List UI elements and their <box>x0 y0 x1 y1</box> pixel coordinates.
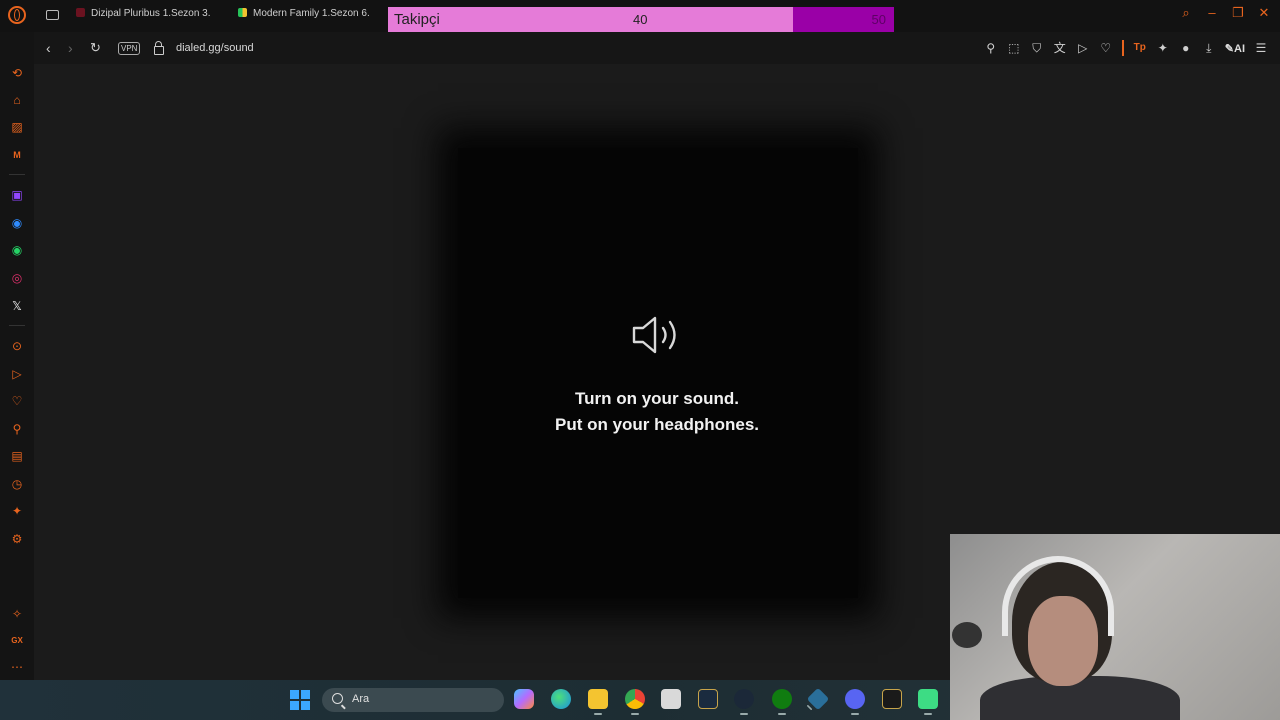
back-icon[interactable]: ‹ <box>46 40 51 56</box>
tabs-icon[interactable]: ▤ <box>10 449 24 463</box>
twitch-icon[interactable]: ▣ <box>10 188 24 202</box>
ai-icon: ✎ <box>1224 42 1234 55</box>
browser-toolbar: ⚲ ⬚ ⛉ 文 ▷ ♡ Tp ✦ ● ⤓ ✎AI ☰ <box>984 40 1268 56</box>
search-icon <box>332 693 343 704</box>
league-icon[interactable] <box>882 689 902 709</box>
restore-icon[interactable]: ❐ <box>1232 6 1244 19</box>
stripes-icon[interactable]: ▨ <box>10 120 24 134</box>
tp-icon[interactable]: Tp <box>1133 41 1147 55</box>
ai-label: AI <box>1234 42 1245 55</box>
search-tabs-icon[interactable]: ⌕ <box>1180 6 1192 19</box>
profile-icon[interactable]: ● <box>1179 41 1193 55</box>
edge-icon[interactable] <box>551 689 571 709</box>
store-icon[interactable] <box>661 689 681 709</box>
dizipal-favicon-icon <box>76 8 85 17</box>
toolbar-divider <box>1121 40 1124 56</box>
instagram-icon[interactable]: ◎ <box>10 271 24 285</box>
window-controls: ⌕ – ❐ ✕ <box>1180 6 1270 19</box>
menu-icon[interactable]: ☰ <box>1254 41 1268 55</box>
extensions-icon[interactable]: ✦ <box>10 504 24 518</box>
speaker-icon <box>632 316 676 354</box>
copilot-icon[interactable] <box>514 689 534 709</box>
ai-button[interactable]: ✎AI <box>1225 42 1245 55</box>
gx-label[interactable]: GX <box>10 634 24 648</box>
tab-label: Modern Family 1.Sezon 6. <box>253 8 370 19</box>
microphone-icon <box>952 622 982 648</box>
taskbar-search-placeholder: Ara <box>352 693 370 705</box>
player-icon[interactable]: ⊙ <box>10 339 24 353</box>
tab-dizipal[interactable]: Dizipal Pluribus 1.Sezon 3. <box>76 8 216 24</box>
follower-goal-bar: Takipçi 40 50 <box>388 7 894 33</box>
sound-instruction: Turn on your sound. <box>575 389 739 408</box>
whatsapp-icon[interactable]: ◉ <box>10 243 24 257</box>
download-icon[interactable]: ⤓ <box>1202 41 1216 55</box>
sidebar-divider <box>9 174 25 175</box>
close-icon[interactable]: ✕ <box>1258 6 1270 19</box>
clock-icon[interactable]: ◷ <box>10 477 24 491</box>
pin-icon[interactable]: ⚲ <box>984 41 998 55</box>
tab-modern-family[interactable]: Modern Family 1.Sezon 6. <box>238 8 380 24</box>
headset-icon <box>1002 556 1114 636</box>
heart-icon[interactable]: ♡ <box>10 394 24 408</box>
chrome-icon[interactable] <box>625 689 645 715</box>
app-icon[interactable] <box>918 689 938 715</box>
headphones-instruction: Put on your headphones. <box>554 415 759 434</box>
vpn-badge[interactable]: VPN <box>118 42 141 55</box>
tab-manager-icon[interactable] <box>46 10 59 20</box>
xbox-icon[interactable] <box>772 689 792 715</box>
lock-icon[interactable] <box>154 41 164 55</box>
history-icon[interactable]: ⟲ <box>10 66 24 80</box>
forward-icon[interactable]: › <box>68 40 73 56</box>
url-field[interactable]: dialed.gg/sound <box>176 42 254 54</box>
minimize-icon[interactable]: – <box>1206 6 1218 19</box>
sidebar: ⟲ ⌂ ▨ M ▣ ◉ ◉ ◎ 𝕏 ⊙ ▷ ♡ ⚲ ▤ ◷ ✦ ⚙ ✧ GX ⋯ <box>0 32 34 680</box>
follower-goal-current: 40 <box>633 12 648 27</box>
follower-goal-target: 50 <box>871 12 886 27</box>
x-icon[interactable]: 𝕏 <box>10 299 24 313</box>
shield-icon[interactable]: ⛉ <box>1030 41 1044 55</box>
follower-goal-label: Takipçi <box>394 11 440 28</box>
screenshot-icon[interactable]: ⬚ <box>1007 41 1021 55</box>
taskbar-search[interactable]: Ara <box>322 688 504 712</box>
webcam-person-body <box>980 676 1180 720</box>
more-icon[interactable]: ⋯ <box>10 660 24 674</box>
reload-icon[interactable]: ↻ <box>90 40 101 56</box>
discord-icon[interactable] <box>845 689 865 715</box>
sidebar-divider <box>9 325 25 326</box>
pin-icon[interactable]: ⚲ <box>10 422 24 436</box>
league-client-icon[interactable] <box>698 689 718 709</box>
extensions-icon[interactable]: ✦ <box>1156 41 1170 55</box>
heart-icon[interactable]: ♡ <box>1099 41 1113 55</box>
file-explorer-icon[interactable] <box>588 689 608 715</box>
send-icon[interactable]: ▷ <box>1076 41 1090 55</box>
gx-icon[interactable]: ✧ <box>10 607 24 621</box>
opera-menu-icon[interactable] <box>8 6 26 24</box>
send-icon[interactable]: ▷ <box>10 367 24 381</box>
bag-icon[interactable]: ⌂ <box>10 93 24 107</box>
modern-family-favicon-icon <box>238 8 247 17</box>
m-icon[interactable]: M <box>10 148 24 162</box>
settings-icon[interactable]: ⚙ <box>10 532 24 546</box>
address-bar: ‹ › ↻ VPN dialed.gg/sound ⚲ ⬚ ⛉ 文 ▷ ♡ Tp… <box>34 32 1280 65</box>
windows-start-icon[interactable] <box>290 690 310 710</box>
tab-label: Dizipal Pluribus 1.Sezon 3. <box>91 8 211 19</box>
steam-icon[interactable] <box>734 689 754 715</box>
sound-prompt-card <box>458 148 858 598</box>
tab-bar: Dizipal Pluribus 1.Sezon 3. Modern Famil… <box>0 0 1280 33</box>
translate-icon[interactable]: 文 <box>1053 41 1067 55</box>
app-icon[interactable] <box>806 687 830 711</box>
messenger-icon[interactable]: ◉ <box>10 216 24 230</box>
webcam-overlay <box>950 534 1280 720</box>
